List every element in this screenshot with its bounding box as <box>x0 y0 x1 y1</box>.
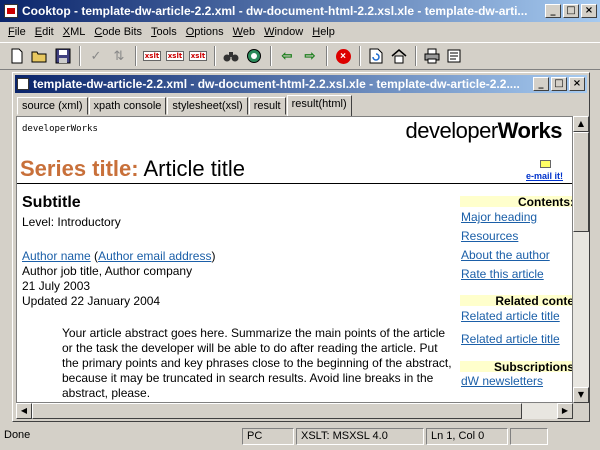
arrow-left-icon[interactable]: ⇦ <box>276 45 298 67</box>
check-icon[interactable]: ✓ <box>85 45 107 67</box>
new-icon[interactable] <box>6 45 28 67</box>
email-it-link[interactable]: e-mail it! <box>526 171 563 181</box>
article-heading: Series title: Article title <box>20 156 245 182</box>
related-link[interactable]: Related article title <box>460 309 572 323</box>
status-position: Ln 1, Col 0 <box>426 428 508 445</box>
document-close-button[interactable]: × <box>569 77 585 91</box>
minimize-button[interactable]: _ <box>545 4 561 18</box>
author-email-link[interactable]: Author email address <box>98 249 211 263</box>
menu-xml[interactable]: XML <box>63 26 92 38</box>
level-label: Level: Introductory <box>22 215 121 229</box>
subtitle: Subtitle <box>22 194 81 211</box>
sort-icon[interactable]: ⇅ <box>108 45 130 67</box>
status-mode: PC <box>242 428 294 445</box>
tab-result[interactable]: result <box>248 97 286 115</box>
publish-date: 21 July 2003 <box>22 279 91 293</box>
menu-edit[interactable]: Edit <box>35 26 60 38</box>
contents-link[interactable]: Rate this article <box>460 267 572 281</box>
developerworks-logo: developerWorks <box>405 118 563 143</box>
header-rule <box>17 183 572 184</box>
tab-result-html[interactable]: result(html) <box>286 95 352 116</box>
app-icon <box>4 4 18 18</box>
toolbar-separator <box>415 46 417 66</box>
app-title: Cooktop - template-dw-article-2.2.xml - … <box>22 4 528 18</box>
xslt-run-icon[interactable]: xslt <box>164 45 186 67</box>
document-maximize-button[interactable]: □ <box>551 77 567 91</box>
toolbar-separator <box>270 46 272 66</box>
menu-bar: File Edit XML Code Bits Tools Options We… <box>0 22 600 42</box>
menu-web[interactable]: Web <box>233 26 261 38</box>
horizontal-scroll-thumb[interactable] <box>32 403 522 419</box>
view-tabs: source (xml) xpath console stylesheet(xs… <box>17 95 353 116</box>
article-title: Article title <box>138 156 245 181</box>
vertical-scrollbar[interactable]: ▲ ▼ <box>573 116 589 403</box>
globe-icon[interactable] <box>243 45 265 67</box>
scroll-up-icon[interactable]: ▲ <box>573 116 589 132</box>
toolbar-separator <box>214 46 216 66</box>
article-abstract: Your article abstract goes here. Summari… <box>62 326 452 400</box>
toolbar-separator <box>135 46 137 66</box>
menu-tools[interactable]: Tools <box>151 26 183 38</box>
toolbar: ✓ ⇅ xslt xslt xslt ⇦ ⇨ × <box>0 42 600 70</box>
scroll-right-icon[interactable]: ▶ <box>557 403 573 419</box>
horizontal-scrollbar[interactable]: ◀ ▶ <box>16 403 573 419</box>
newsletter-link[interactable]: dW newsletters <box>460 374 572 388</box>
contents-link[interactable]: Major heading <box>460 210 572 224</box>
scroll-corner <box>573 403 589 419</box>
series-title: Series title: <box>20 156 139 181</box>
tab-xpath-console[interactable]: xpath console <box>88 97 167 115</box>
toolbar-separator <box>359 46 361 66</box>
document-minimize-button[interactable]: _ <box>533 77 549 91</box>
maximize-button[interactable]: □ <box>563 4 579 18</box>
menu-help[interactable]: Help <box>312 26 341 38</box>
arrow-right-icon[interactable]: ⇨ <box>299 45 321 67</box>
tab-stylesheet-xsl[interactable]: stylesheet(xsl) <box>167 97 248 115</box>
contents-heading: Contents: <box>460 192 572 207</box>
properties-icon[interactable] <box>444 45 466 67</box>
related-link[interactable]: Related article title <box>460 332 572 346</box>
refresh-icon[interactable] <box>365 45 387 67</box>
document-title: template-dw-article-2.2.xml - dw-documen… <box>33 77 520 91</box>
app-title-bar: Cooktop - template-dw-article-2.2.xml - … <box>0 0 600 22</box>
document-icon <box>17 78 29 90</box>
dw-site-label: developerWorks <box>22 124 98 134</box>
html-preview: developerWorks developerWorks Series tit… <box>16 116 573 403</box>
home-icon[interactable] <box>388 45 410 67</box>
author-line: Author name (Author email address) <box>22 249 216 263</box>
open-icon[interactable] <box>29 45 51 67</box>
print-icon[interactable] <box>421 45 443 67</box>
status-bar: Done PC XSLT: MSXSL 4.0 Ln 1, Col 0 <box>0 428 600 446</box>
related-heading: Related conte <box>460 291 572 306</box>
updated-date: Updated 22 January 2004 <box>22 294 161 308</box>
scroll-left-icon[interactable]: ◀ <box>16 403 32 419</box>
article-sidebar: Contents: Major heading Resources About … <box>460 192 572 388</box>
menu-options[interactable]: Options <box>186 26 230 38</box>
xslt-icon[interactable]: xslt <box>141 45 163 67</box>
document-title-bar: template-dw-article-2.2.xml - dw-documen… <box>15 75 587 93</box>
xslt-debug-icon[interactable]: xslt <box>187 45 209 67</box>
status-extra <box>510 428 548 445</box>
tab-source-xml[interactable]: source (xml) <box>17 97 88 115</box>
vertical-scroll-thumb[interactable] <box>573 132 589 232</box>
contents-link[interactable]: Resources <box>460 229 572 243</box>
menu-file[interactable]: File <box>8 26 32 38</box>
author-name-link[interactable]: Author name <box>22 249 91 263</box>
author-job: Author job title, Author company <box>22 264 193 278</box>
menu-window[interactable]: Window <box>264 26 309 38</box>
toolbar-separator <box>326 46 328 66</box>
menu-code-bits[interactable]: Code Bits <box>94 26 148 38</box>
contents-link[interactable]: About the author <box>460 248 572 262</box>
close-button[interactable]: × <box>581 4 597 18</box>
email-icon[interactable] <box>540 160 551 168</box>
save-icon[interactable] <box>52 45 74 67</box>
subscriptions-heading: Subscriptions <box>460 357 572 372</box>
document-window: template-dw-article-2.2.xml - dw-documen… <box>12 72 590 422</box>
scroll-down-icon[interactable]: ▼ <box>573 387 589 403</box>
stop-icon[interactable]: × <box>332 45 354 67</box>
status-message: Done <box>4 429 31 441</box>
toolbar-separator <box>79 46 81 66</box>
status-xslt: XSLT: MSXSL 4.0 <box>296 428 424 445</box>
binoculars-icon[interactable] <box>220 45 242 67</box>
